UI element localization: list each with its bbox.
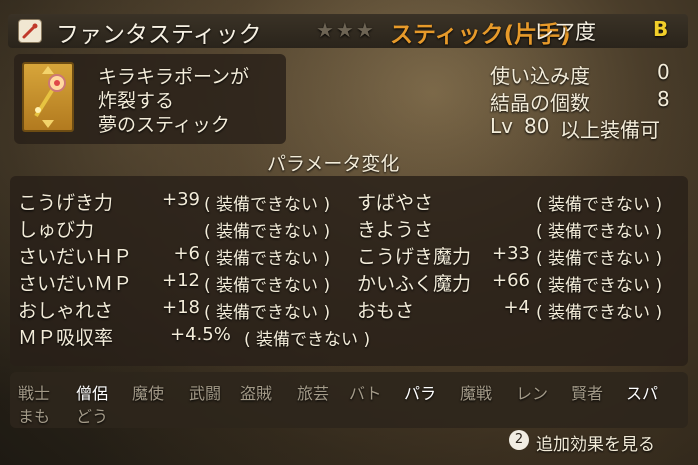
item-description-line: キラキラポーンが <box>98 66 250 88</box>
job-row1-1: 僧侶 <box>76 384 109 403</box>
param-value: +6 <box>173 243 200 264</box>
item-description-line: 夢のスティック <box>98 114 230 136</box>
job-row1-3: 武闘 <box>189 384 222 403</box>
job-row1-0: 戦士 <box>18 384 51 403</box>
param-note: ( 装備できない ) <box>204 249 331 269</box>
param-value: +39 <box>162 189 200 210</box>
job-row1-10: 賢者 <box>571 384 604 403</box>
param-value: +4 <box>503 297 530 318</box>
param-note: ( 装備できない ) <box>244 330 371 350</box>
param-value: +12 <box>162 270 200 291</box>
param-name: すばやさ <box>357 192 434 214</box>
param-note: ( 装備できない ) <box>536 303 663 323</box>
job-row1-8: 魔戦 <box>460 384 493 403</box>
param-name: さいだいＨＰ <box>18 246 133 268</box>
param-name: こうげき魔力 <box>357 246 472 268</box>
param-name: おもさ <box>357 300 415 322</box>
rarity-label: レア度 <box>533 20 596 44</box>
job-row1-5: 旅芸 <box>297 384 330 403</box>
view-extra-effects-button[interactable]: 追加効果を見る <box>536 430 655 455</box>
crystal-count-label: 結晶の個数 <box>490 91 590 115</box>
param-name: おしゃれさ <box>18 300 114 322</box>
job-row2-1: どう <box>76 407 109 426</box>
level-suffix: 以上装備可 <box>560 118 660 142</box>
proficiency-label: 使い込み度 <box>490 64 590 88</box>
proficiency-value: 0 <box>657 60 670 84</box>
param-name: きようさ <box>357 219 434 241</box>
level-prefix: Lv <box>490 114 513 138</box>
crystal-count-value: 8 <box>657 87 670 111</box>
job-row1-7: パラ <box>404 384 437 403</box>
param-note: ( 装備できない ) <box>536 195 663 215</box>
param-name: さいだいＭＰ <box>18 273 133 295</box>
job-row2-0: まも <box>18 407 51 426</box>
param-note: ( 装備できない ) <box>204 303 331 323</box>
button-2-icon[interactable]: 2 <box>509 430 529 450</box>
param-note: ( 装備できない ) <box>536 222 663 242</box>
fantastick-wand-icon <box>22 62 74 132</box>
rarity-value: B <box>653 17 669 41</box>
param-note: ( 装備できない ) <box>536 249 663 269</box>
param-name: こうげき力 <box>18 192 114 214</box>
param-value: +66 <box>492 270 530 291</box>
item-description-line: 炸裂する <box>98 90 175 112</box>
star-rating: ★★★ <box>316 18 376 42</box>
param-section-title: パラメータ変化 <box>267 153 400 175</box>
param-name: かいふく魔力 <box>357 273 472 295</box>
param-note: ( 装備できない ) <box>204 195 331 215</box>
wand-category-icon <box>18 19 42 43</box>
param-value: +18 <box>162 297 200 318</box>
param-value: +33 <box>492 243 530 264</box>
param-name: ＭＰ吸収率 <box>18 327 114 349</box>
job-row1-11: スパ <box>626 384 659 403</box>
job-row1-2: 魔使 <box>132 384 165 403</box>
job-row1-9: レン <box>516 384 549 403</box>
job-row1-4: 盗賊 <box>240 384 273 403</box>
param-note: ( 装備できない ) <box>536 276 663 296</box>
item-name: ファンタスティック <box>56 22 262 48</box>
param-note: ( 装備できない ) <box>204 276 331 296</box>
param-name: しゅび力 <box>18 219 95 241</box>
job-row1-6: バト <box>349 384 382 403</box>
param-value: +4.5% <box>170 324 231 345</box>
required-level: 80 <box>524 114 550 138</box>
param-note: ( 装備できない ) <box>204 222 331 242</box>
